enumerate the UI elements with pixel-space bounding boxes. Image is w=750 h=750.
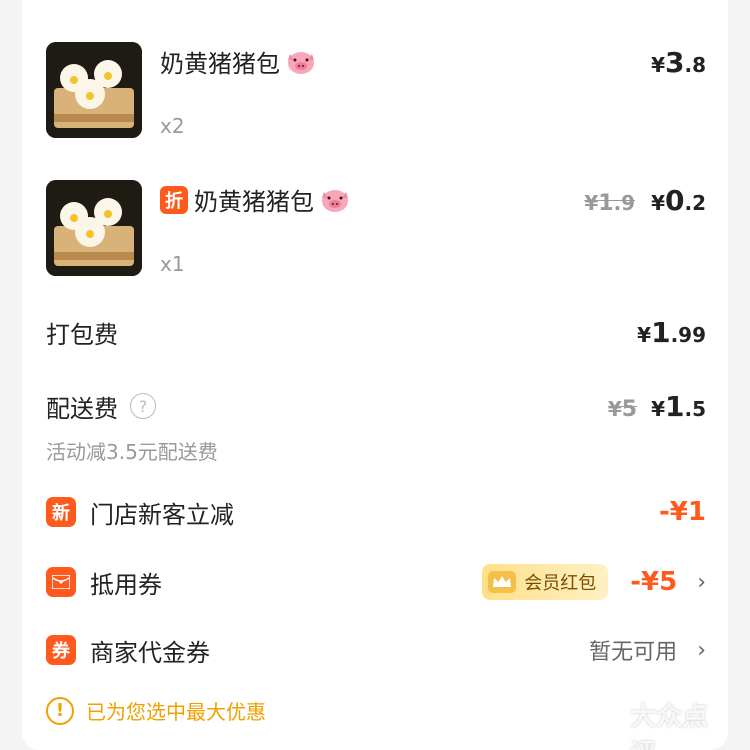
- item-price: ¥1.9 ¥0.2: [584, 184, 706, 217]
- crown-icon: [488, 571, 517, 593]
- discount-value: -¥1: [659, 497, 706, 527]
- item-quantity: x2: [160, 114, 185, 138]
- warning-icon: !: [46, 696, 74, 725]
- chevron-right-icon: ›: [697, 637, 706, 663]
- order-summary-card: 奶黄猪猪包 x2 ¥3.8 折 奶黄猪猪包 x1 ¥1.9 ¥0.2 打包费 ¥…: [22, 0, 728, 750]
- best-discount-notice: ! 已为您选中最大优惠: [46, 696, 266, 725]
- delivery-discount-note: 活动减3.5元配送费: [46, 440, 218, 464]
- discount-tag: 折: [160, 185, 188, 214]
- packaging-fee-label: 打包费: [46, 320, 118, 349]
- list-item[interactable]: 折 奶黄猪猪包 x1 ¥1.9 ¥0.2: [46, 180, 706, 280]
- voucher-icon: 券: [46, 635, 76, 665]
- list-item[interactable]: 奶黄猪猪包 x2 ¥3.8: [46, 42, 706, 142]
- item-price: ¥3.8: [651, 46, 706, 79]
- delivery-fee-value: ¥5 ¥1.5: [607, 389, 706, 423]
- discount-row-voucher[interactable]: 券 商家代金券 暂无可用 ›: [46, 630, 706, 670]
- coupon-value[interactable]: 会员红包 -¥5 ›: [482, 564, 706, 600]
- discount-label: 抵用券: [90, 570, 162, 599]
- new-customer-icon: 新: [46, 497, 76, 527]
- current-price: ¥0.2: [651, 184, 706, 217]
- food-thumbnail: [46, 180, 142, 276]
- voucher-status: 暂无可用: [589, 640, 678, 665]
- packaging-fee-value: ¥1.99: [637, 315, 706, 349]
- delivery-fee-row: 配送费 ? ¥5 ¥1.5: [46, 386, 706, 426]
- discount-row-new-customer: 新 门店新客立减 -¥1: [46, 494, 706, 530]
- discount-value: -¥5: [630, 567, 678, 597]
- original-delivery-fee: ¥5: [607, 396, 638, 422]
- watermark: 大众点评: [596, 696, 728, 750]
- help-icon[interactable]: ?: [130, 393, 156, 419]
- discount-label: 商家代金券: [90, 638, 210, 667]
- original-price: ¥1.9: [584, 191, 636, 216]
- food-thumbnail: [46, 42, 142, 138]
- packaging-fee-row: 打包费 ¥1.99: [46, 312, 706, 352]
- chevron-right-icon: ›: [697, 569, 706, 595]
- voucher-value[interactable]: 暂无可用 ›: [589, 634, 706, 666]
- item-quantity: x1: [160, 252, 185, 276]
- item-name: 折 奶黄猪猪包: [160, 182, 350, 217]
- red-envelope-icon: [46, 567, 76, 597]
- item-name: 奶黄猪猪包: [160, 44, 316, 79]
- pig-face-icon: [288, 51, 314, 74]
- discount-row-coupon[interactable]: 抵用券 会员红包 -¥5 ›: [46, 562, 706, 602]
- watermark-logo-icon: [597, 724, 623, 744]
- pig-face-icon: [322, 189, 348, 212]
- delivery-fee-label: 配送费: [46, 394, 118, 423]
- discount-label: 门店新客立减: [90, 500, 234, 529]
- vip-red-packet-badge: 会员红包: [482, 564, 609, 600]
